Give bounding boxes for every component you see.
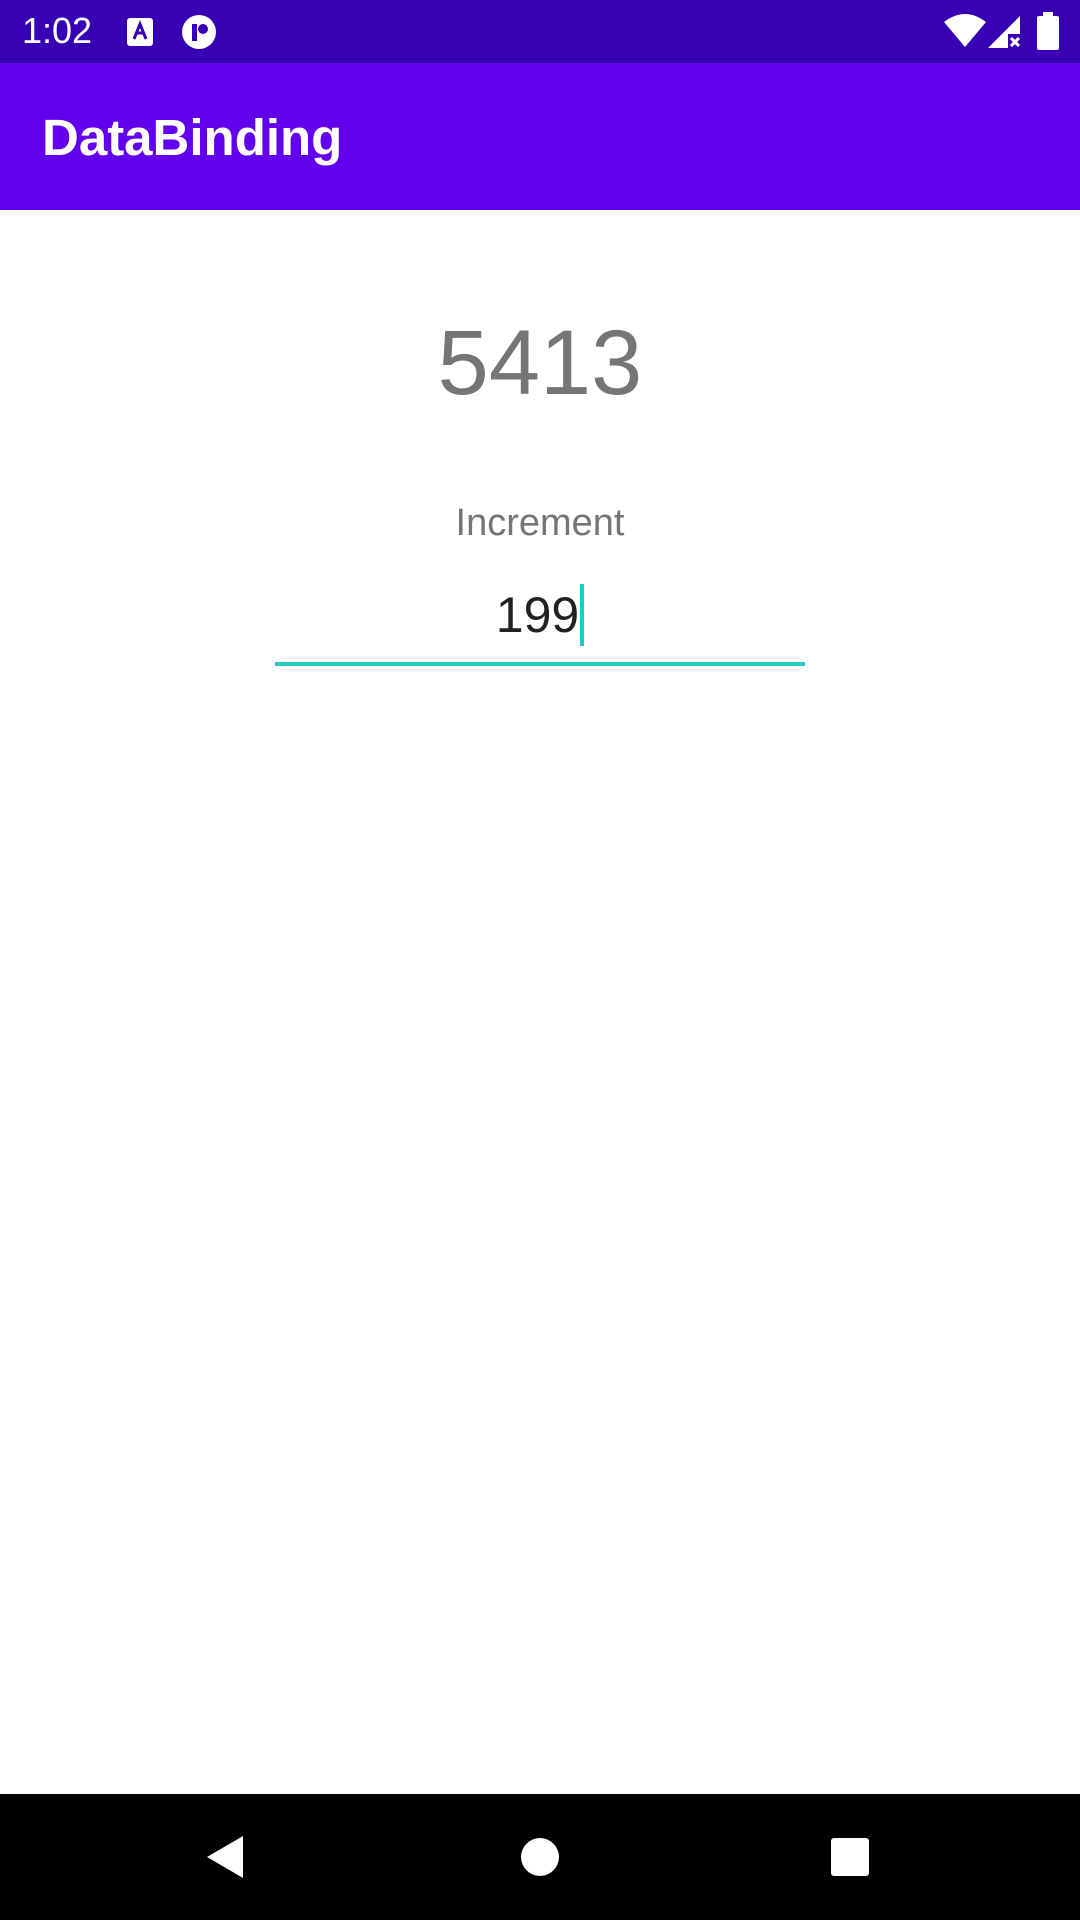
home-icon — [521, 1838, 559, 1876]
no-signal-icon — [988, 14, 1022, 55]
wifi-icon — [944, 14, 986, 53]
app-bar: DataBinding — [0, 63, 1080, 210]
home-button[interactable] — [477, 1794, 603, 1920]
recents-icon — [831, 1838, 869, 1876]
status-bar: 1:02 — [0, 0, 1080, 63]
recents-button[interactable] — [787, 1794, 913, 1920]
increment-input-text[interactable]: 199 — [275, 570, 805, 660]
status-time: 1:02 — [22, 10, 93, 51]
main-content: 5413 Increment 199 — [0, 210, 1080, 1794]
increment-input[interactable]: 199 — [275, 570, 805, 666]
app-notification-icon — [180, 14, 218, 55]
increment-input-value[interactable]: 199 — [496, 587, 579, 643]
back-icon — [207, 1836, 243, 1878]
increment-label: Increment — [455, 502, 625, 544]
back-button[interactable] — [163, 1794, 289, 1920]
a-notification-icon — [127, 18, 153, 51]
app-title: DataBinding — [42, 109, 343, 166]
input-underline — [275, 662, 805, 666]
counter-value: 5413 — [437, 312, 643, 414]
text-cursor — [580, 583, 585, 646]
navigation-bar — [0, 1794, 1080, 1920]
battery-icon — [1037, 12, 1059, 55]
